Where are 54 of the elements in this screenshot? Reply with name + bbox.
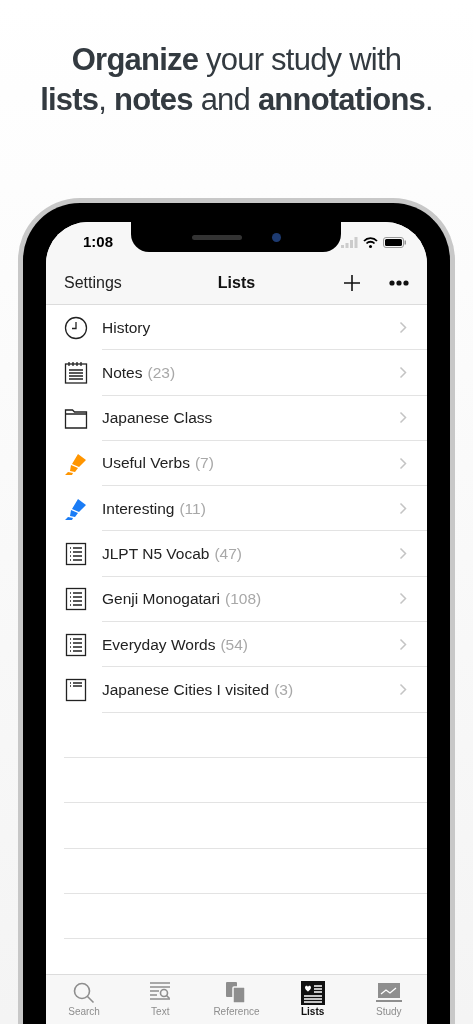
status-time: 1:08: [83, 231, 114, 252]
chevron-icon: [399, 592, 407, 606]
folder-icon: [64, 406, 88, 431]
chart-icon: [375, 981, 402, 1005]
item-count: (108): [225, 589, 262, 610]
chevron-icon: [399, 683, 407, 696]
list-row[interactable]: Japanese Cities I visited (3): [46, 667, 427, 713]
clock-icon: [64, 315, 88, 340]
list-name: Useful Verbs: [102, 453, 190, 474]
chevron-icon: [399, 501, 407, 515]
list-name: Notes: [102, 362, 143, 383]
list-row[interactable]: Everyday Words (54): [46, 622, 427, 668]
chevron-icon: [399, 637, 407, 651]
item-count: (7): [194, 453, 214, 474]
list-row[interactable]: Interesting (11): [46, 486, 427, 532]
list-name: Interesting: [102, 498, 175, 519]
list-row[interactable]: Genji Monogatari (108): [46, 576, 427, 623]
chevron-icon: [399, 456, 407, 470]
chevron-icon: [399, 411, 407, 425]
list-name: Japanese Class: [102, 408, 213, 429]
list-icon: [64, 632, 88, 657]
list-row[interactable]: Useful Verbs (7): [46, 440, 427, 487]
list-name: JLPT N5 Vocab: [102, 544, 210, 564]
item-count: (3): [274, 679, 294, 700]
list-name: Japanese Cities I visited: [102, 679, 270, 700]
list-row[interactable]: Notes (23): [46, 350, 427, 396]
wifi-icon: [363, 236, 378, 248]
signal-icon: [341, 236, 358, 248]
battery-icon: [383, 236, 407, 248]
settings-button[interactable]: Settings: [64, 271, 122, 295]
list-row[interactable]: JLPT N5 Vocab (47): [46, 531, 427, 577]
chevron-icon: [399, 320, 407, 334]
item-count: (23): [147, 362, 176, 383]
chevron-icon: [399, 365, 407, 379]
list-name: History: [102, 317, 151, 338]
add-icon[interactable]: [343, 274, 361, 292]
list-row[interactable]: History: [46, 305, 427, 351]
item-count: (54): [220, 634, 248, 655]
chevron-icon: [399, 547, 407, 561]
headline: Organize your study with: [71, 41, 402, 79]
list-icon: [64, 587, 88, 612]
list-icon: [64, 542, 88, 567]
item-count: (47): [214, 544, 242, 564]
notepad-icon: [64, 360, 88, 385]
list-icon: [64, 678, 88, 702]
nav-title: Lists: [217, 273, 256, 293]
tab[interactable]: Lists: [277, 981, 348, 1019]
list-name: Everyday Words: [102, 634, 216, 655]
headline: lists, notes and annotations.: [40, 81, 433, 119]
list-row[interactable]: Japanese Class: [46, 395, 427, 441]
more-icon[interactable]: [389, 280, 409, 286]
list-name: Genji Monogatari: [102, 589, 221, 610]
item-count: (11): [179, 498, 206, 519]
heart-list-icon: [299, 981, 326, 1005]
